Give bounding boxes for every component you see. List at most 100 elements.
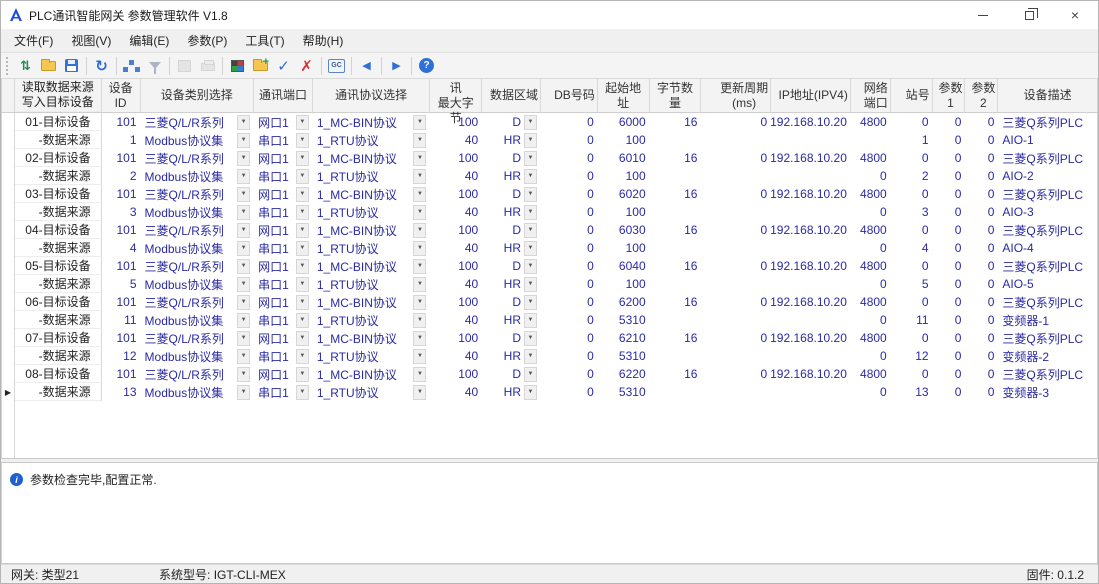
cell-data-area[interactable]: HR xyxy=(482,311,541,329)
cell-device-type[interactable]: 三菱Q/L/R系列 xyxy=(141,293,255,311)
dropdown-icon[interactable] xyxy=(237,187,250,202)
cell-param1[interactable]: 0 xyxy=(933,293,966,311)
cell-max-bytes[interactable]: 100 xyxy=(430,365,482,383)
cell-comm-port[interactable]: 网口1 xyxy=(254,293,313,311)
dropdown-icon[interactable] xyxy=(296,259,309,274)
menu-item[interactable]: 视图(V) xyxy=(62,29,120,52)
cell-max-bytes[interactable]: 100 xyxy=(430,257,482,275)
dropdown-icon[interactable] xyxy=(413,385,426,400)
cell-start-address[interactable]: 100 xyxy=(598,203,650,221)
cell-source-target[interactable]: 08-目标设备 xyxy=(15,365,102,383)
cell-byte-count[interactable] xyxy=(650,239,702,257)
dropdown-icon[interactable] xyxy=(524,223,537,238)
cell-max-bytes[interactable]: 100 xyxy=(430,293,482,311)
cell-device-id[interactable]: 1 xyxy=(102,131,141,149)
cell-db-number[interactable]: 0 xyxy=(541,167,598,185)
cell-comm-port[interactable]: 串口1 xyxy=(254,383,313,401)
cell-network-port[interactable]: 4800 xyxy=(851,257,891,275)
cell-protocol[interactable]: 1_MC-BIN协议 xyxy=(313,329,431,347)
cell-device-type[interactable]: Modbus协议集 xyxy=(141,383,255,401)
dropdown-icon[interactable] xyxy=(296,115,309,130)
cell-protocol[interactable]: 1_RTU协议 xyxy=(313,383,431,401)
cell-comm-port[interactable]: 串口1 xyxy=(254,203,313,221)
cell-data-area[interactable]: D xyxy=(482,221,541,239)
cell-param1[interactable]: 0 xyxy=(933,383,966,401)
table-row[interactable]: -数据来源 2 Modbus协议集 串口1 1_RTU协议 40 HR 0 10… xyxy=(2,167,1097,185)
cell-station-number[interactable]: 5 xyxy=(891,275,933,293)
cell-max-bytes[interactable]: 40 xyxy=(430,383,482,401)
dropdown-icon[interactable] xyxy=(237,259,250,274)
cell-start-address[interactable]: 6210 xyxy=(598,329,650,347)
cell-byte-count[interactable] xyxy=(650,311,702,329)
dropdown-icon[interactable] xyxy=(237,169,250,184)
dropdown-icon[interactable] xyxy=(524,169,537,184)
dropdown-icon[interactable] xyxy=(237,205,250,220)
cell-byte-count[interactable]: 16 xyxy=(650,185,702,203)
cell-source-target[interactable]: -数据来源 xyxy=(15,239,102,257)
cell-db-number[interactable]: 0 xyxy=(541,311,598,329)
cell-source-target[interactable]: 05-目标设备 xyxy=(15,257,102,275)
dropdown-icon[interactable] xyxy=(237,241,250,256)
cell-device-type[interactable]: Modbus协议集 xyxy=(141,203,255,221)
cell-ip-address[interactable]: 192.168.10.20 xyxy=(771,221,851,239)
cell-param2[interactable]: 0 xyxy=(965,149,998,167)
dropdown-icon[interactable] xyxy=(524,241,537,256)
cell-device-type[interactable]: Modbus协议集 xyxy=(141,131,255,149)
cell-data-area[interactable]: D xyxy=(482,185,541,203)
dropdown-icon[interactable] xyxy=(413,241,426,256)
cell-max-bytes[interactable]: 40 xyxy=(430,347,482,365)
cell-ip-address[interactable]: 192.168.10.20 xyxy=(771,293,851,311)
cell-station-number[interactable]: 0 xyxy=(891,293,933,311)
cell-ip-address[interactable] xyxy=(771,275,851,293)
cell-station-number[interactable]: 0 xyxy=(891,113,933,131)
cell-station-number[interactable]: 0 xyxy=(891,185,933,203)
cell-start-address[interactable]: 100 xyxy=(598,131,650,149)
cell-station-number[interactable]: 0 xyxy=(891,329,933,347)
cell-data-area[interactable]: D xyxy=(482,365,541,383)
cell-param1[interactable]: 0 xyxy=(933,257,966,275)
cell-byte-count[interactable]: 16 xyxy=(650,365,702,383)
cell-device-id[interactable]: 12 xyxy=(102,347,141,365)
cell-device-id[interactable]: 101 xyxy=(102,149,141,167)
table-row[interactable]: -数据来源 5 Modbus协议集 串口1 1_RTU协议 40 HR 0 10… xyxy=(2,275,1097,293)
cell-start-address[interactable]: 6020 xyxy=(598,185,650,203)
dropdown-icon[interactable] xyxy=(237,133,250,148)
cell-param2[interactable]: 0 xyxy=(965,293,998,311)
cell-data-area[interactable]: D xyxy=(482,257,541,275)
cell-device-id[interactable]: 101 xyxy=(102,185,141,203)
cell-db-number[interactable]: 0 xyxy=(541,203,598,221)
cell-param2[interactable]: 0 xyxy=(965,383,998,401)
cell-byte-count[interactable]: 16 xyxy=(650,221,702,239)
cell-start-address[interactable]: 6200 xyxy=(598,293,650,311)
cell-start-address[interactable]: 100 xyxy=(598,275,650,293)
cell-byte-count[interactable] xyxy=(650,203,702,221)
dropdown-icon[interactable] xyxy=(524,187,537,202)
cell-protocol[interactable]: 1_RTU协议 xyxy=(313,275,431,293)
cell-station-number[interactable]: 0 xyxy=(891,149,933,167)
cell-device-type[interactable]: 三菱Q/L/R系列 xyxy=(141,149,255,167)
cell-ip-address[interactable]: 192.168.10.20 xyxy=(771,329,851,347)
cell-network-port[interactable]: 4800 xyxy=(851,185,891,203)
cell-comm-port[interactable]: 网口1 xyxy=(254,221,313,239)
dropdown-icon[interactable] xyxy=(524,277,537,292)
cell-description[interactable]: AIO-5 xyxy=(998,275,1097,293)
download-upload-icon[interactable]: ⇅ xyxy=(14,55,37,77)
cell-device-type[interactable]: 三菱Q/L/R系列 xyxy=(141,257,255,275)
cell-source-target[interactable]: 07-目标设备 xyxy=(15,329,102,347)
table-row[interactable]: 02-目标设备 101 三菱Q/L/R系列 网口1 1_MC-BIN协议 100… xyxy=(2,149,1097,167)
table-row[interactable]: 07-目标设备 101 三菱Q/L/R系列 网口1 1_MC-BIN协议 100… xyxy=(2,329,1097,347)
cell-data-area[interactable]: HR xyxy=(482,239,541,257)
cell-data-area[interactable]: HR xyxy=(482,383,541,401)
cell-param1[interactable]: 0 xyxy=(933,131,966,149)
cell-device-type[interactable]: Modbus协议集 xyxy=(141,239,255,257)
cell-ip-address[interactable] xyxy=(771,383,851,401)
cell-station-number[interactable]: 3 xyxy=(891,203,933,221)
cell-comm-port[interactable]: 串口1 xyxy=(254,167,313,185)
cell-param1[interactable]: 0 xyxy=(933,347,966,365)
cell-byte-count[interactable] xyxy=(650,347,702,365)
cell-network-port[interactable]: 0 xyxy=(851,311,891,329)
cell-source-target[interactable]: 02-目标设备 xyxy=(15,149,102,167)
cell-start-address[interactable]: 100 xyxy=(598,239,650,257)
dropdown-icon[interactable] xyxy=(524,385,537,400)
cell-description[interactable]: 三菱Q系列PLC xyxy=(998,293,1097,311)
